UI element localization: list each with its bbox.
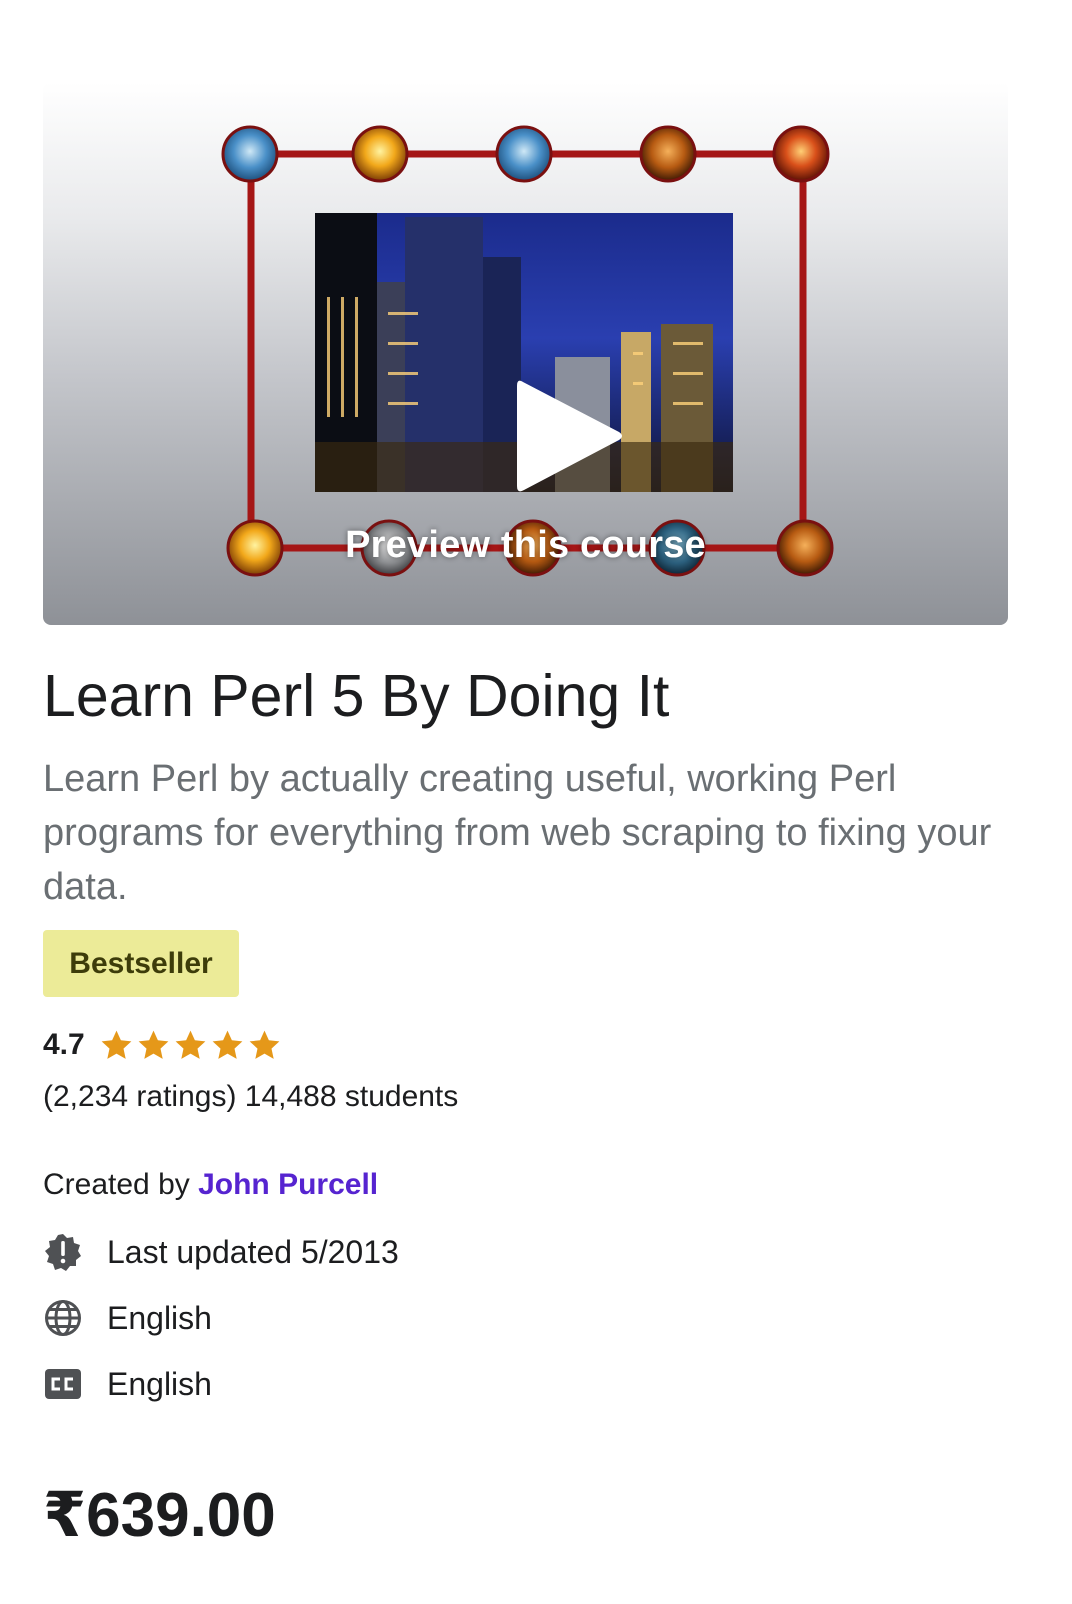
- star-icon: [101, 1030, 132, 1059]
- course-title: Learn Perl 5 By Doing It: [43, 663, 670, 729]
- star-icon: [138, 1030, 169, 1059]
- captions-text: English: [107, 1365, 212, 1402]
- ratings-students-count: (2,234 ratings) 14,488 students: [43, 1080, 459, 1113]
- captions-row: English: [43, 1364, 212, 1404]
- created-by: Created by John Purcell: [43, 1168, 378, 1202]
- rating-stars: [99, 1028, 282, 1063]
- preview-label[interactable]: Preview this course: [0, 524, 1051, 567]
- created-by-label: Created by: [43, 1168, 190, 1201]
- language-text: English: [107, 1299, 212, 1336]
- star-icon: [175, 1030, 206, 1059]
- rating-row: 4.7: [43, 1022, 282, 1068]
- course-price: ₹639.00: [43, 1481, 276, 1550]
- instructor-link[interactable]: John Purcell: [198, 1168, 378, 1201]
- last-updated-row: Last updated 5/2013: [43, 1232, 399, 1272]
- closed-captions-icon: [45, 1369, 81, 1399]
- star-icon: [212, 1030, 243, 1059]
- alert-badge-icon: [45, 1234, 81, 1271]
- rating-value: 4.7: [43, 1028, 85, 1061]
- bestseller-badge: Bestseller: [43, 930, 239, 997]
- globe-icon: [45, 1300, 81, 1336]
- course-subtitle: Learn Perl by actually creating useful, …: [43, 758, 992, 908]
- last-updated-text: Last updated 5/2013: [107, 1233, 399, 1270]
- star-icon: [249, 1030, 280, 1059]
- play-icon[interactable]: [513, 374, 628, 498]
- language-row: English: [43, 1298, 212, 1338]
